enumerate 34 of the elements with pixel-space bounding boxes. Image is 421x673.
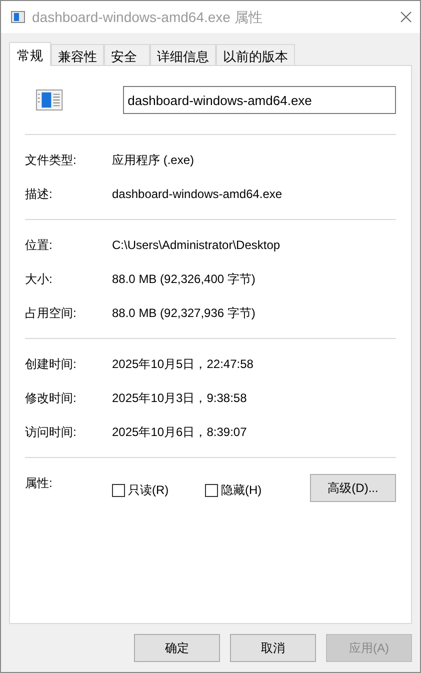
checkbox[interactable] <box>112 484 125 496</box>
tab[interactable]: 安全 <box>104 44 150 65</box>
checkbox[interactable] <box>205 484 218 496</box>
field-value: 2025年10月5日，22:47:58 <box>112 356 254 373</box>
field-label: 占用空间: <box>25 305 78 322</box>
file-name-field[interactable]: dashboard-windows-amd64.exe <box>122 86 396 114</box>
field-label: 文件类型: <box>25 152 78 169</box>
program-icon <box>36 89 63 111</box>
field-value: dashboard-windows-amd64.exe <box>112 186 282 203</box>
dialog-button[interactable]: 取消 <box>230 634 316 662</box>
field-label: 创建时间: <box>25 356 78 373</box>
tab[interactable]: 兼容性 <box>51 44 104 65</box>
tab[interactable]: 常规 <box>9 42 51 66</box>
field-value: 88.0 MB (92,326,400 字节) <box>112 271 256 288</box>
field-value: C:\Users\Administrator\Desktop <box>112 237 280 254</box>
field-label: 描述: <box>25 186 54 203</box>
field-label: 大小: <box>25 271 54 288</box>
field-value: 2025年10月6日，8:39:07 <box>112 424 247 441</box>
field-label: 属性: <box>25 475 54 492</box>
field-label: 访问时间: <box>25 424 78 441</box>
window-title: dashboard-windows-amd64.exe 属性 <box>32 8 264 26</box>
checkbox-label: 隐藏(H) <box>221 482 262 499</box>
tab[interactable]: 以前的版本 <box>216 44 295 65</box>
close-icon[interactable] <box>400 11 412 23</box>
field-value: 2025年10月3日，9:38:58 <box>112 390 247 407</box>
checkbox-label: 只读(R) <box>128 482 169 499</box>
dialog-button[interactable]: 确定 <box>134 634 220 662</box>
advanced-button[interactable]: 高级(D)... <box>310 474 396 502</box>
field-value: 应用程序 (.exe) <box>112 152 194 169</box>
field-label: 位置: <box>25 237 54 254</box>
tab[interactable]: 详细信息 <box>150 44 216 65</box>
field-value: 88.0 MB (92,327,936 字节) <box>112 305 256 322</box>
field-label: 修改时间: <box>25 390 78 407</box>
app-icon <box>11 11 25 23</box>
